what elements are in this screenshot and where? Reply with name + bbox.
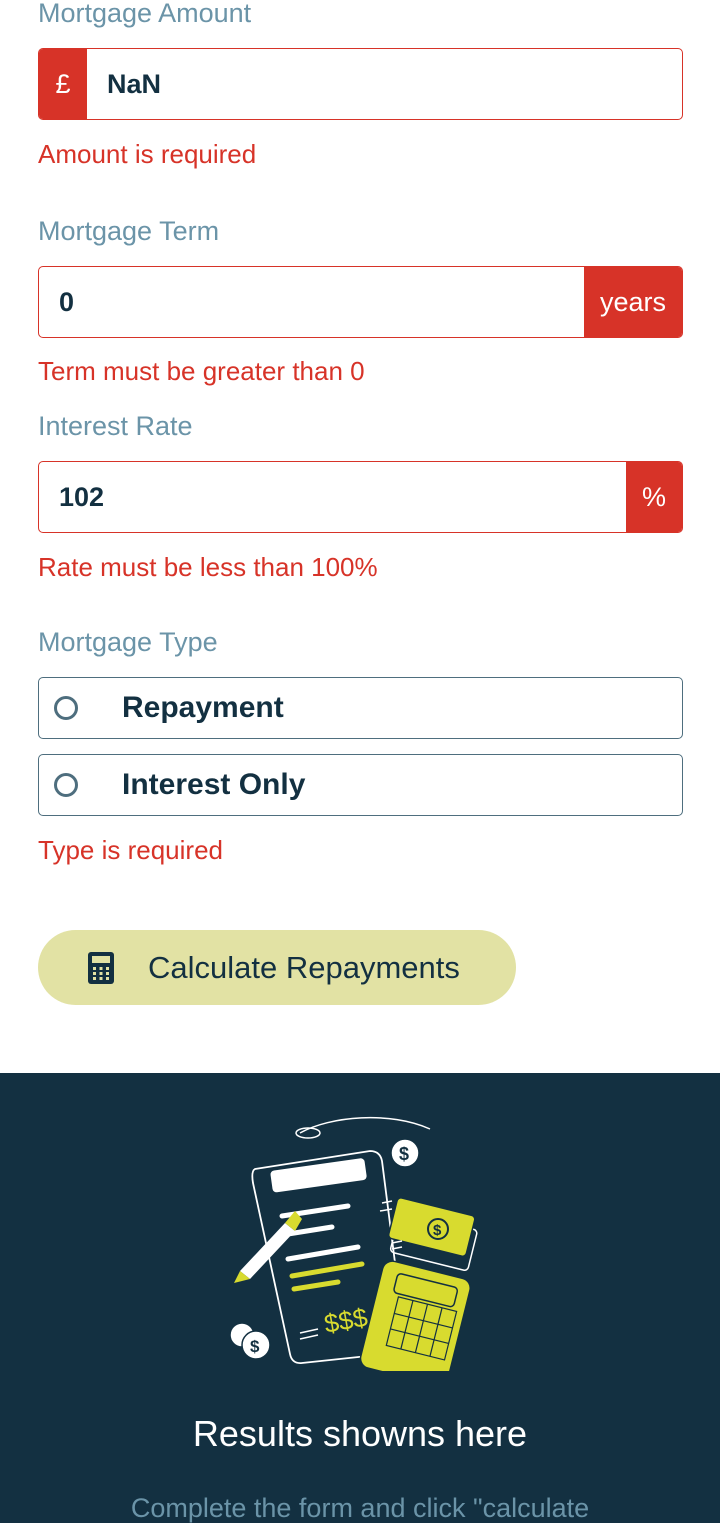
- svg-text:$: $: [250, 1337, 260, 1356]
- calculate-repayments-button[interactable]: Calculate Repayments: [38, 930, 516, 1005]
- results-subtitle: Complete the form and click "calculate: [130, 1493, 590, 1523]
- calculate-button-label: Calculate Repayments: [148, 949, 460, 985]
- calculator-icon: [88, 951, 114, 984]
- radio-interest-only-label: Interest Only: [122, 768, 306, 801]
- results-title: Results showns here: [192, 1413, 528, 1454]
- currency-prefix: £: [39, 49, 87, 119]
- years-suffix: years: [584, 267, 682, 337]
- interest-rate-field[interactable]: %: [38, 461, 683, 533]
- percent-suffix: %: [626, 462, 682, 532]
- term-error: Term must be greater than 0: [38, 356, 365, 386]
- results-panel: $$$ $ $ $ Results showns here Complete t: [0, 1073, 720, 1523]
- radio-circle-icon[interactable]: [54, 696, 78, 720]
- mortgage-term-field[interactable]: years: [38, 266, 683, 338]
- type-error: Type is required: [38, 835, 223, 865]
- mortgage-term-input[interactable]: [39, 267, 584, 337]
- mortgage-amount-label: Mortgage Amount: [38, 0, 252, 28]
- interest-rate-input[interactable]: [39, 462, 626, 532]
- empty-results-illustration: $$$ $ $ $: [229, 1116, 478, 1371]
- amount-error: Amount is required: [38, 139, 257, 169]
- svg-text:$: $: [433, 1222, 442, 1239]
- svg-text:$: $: [399, 1144, 409, 1164]
- mortgage-amount-field[interactable]: £: [38, 48, 683, 120]
- radio-repayment[interactable]: Repayment: [38, 677, 683, 739]
- mortgage-term-label: Mortgage Term: [38, 216, 220, 246]
- radio-circle-icon[interactable]: [54, 773, 78, 797]
- mortgage-amount-input[interactable]: [87, 49, 682, 119]
- radio-repayment-label: Repayment: [122, 691, 284, 724]
- interest-rate-label: Interest Rate: [38, 411, 193, 441]
- mortgage-type-label: Mortgage Type: [38, 627, 218, 657]
- radio-interest-only[interactable]: Interest Only: [38, 754, 683, 816]
- rate-error: Rate must be less than 100%: [38, 552, 378, 582]
